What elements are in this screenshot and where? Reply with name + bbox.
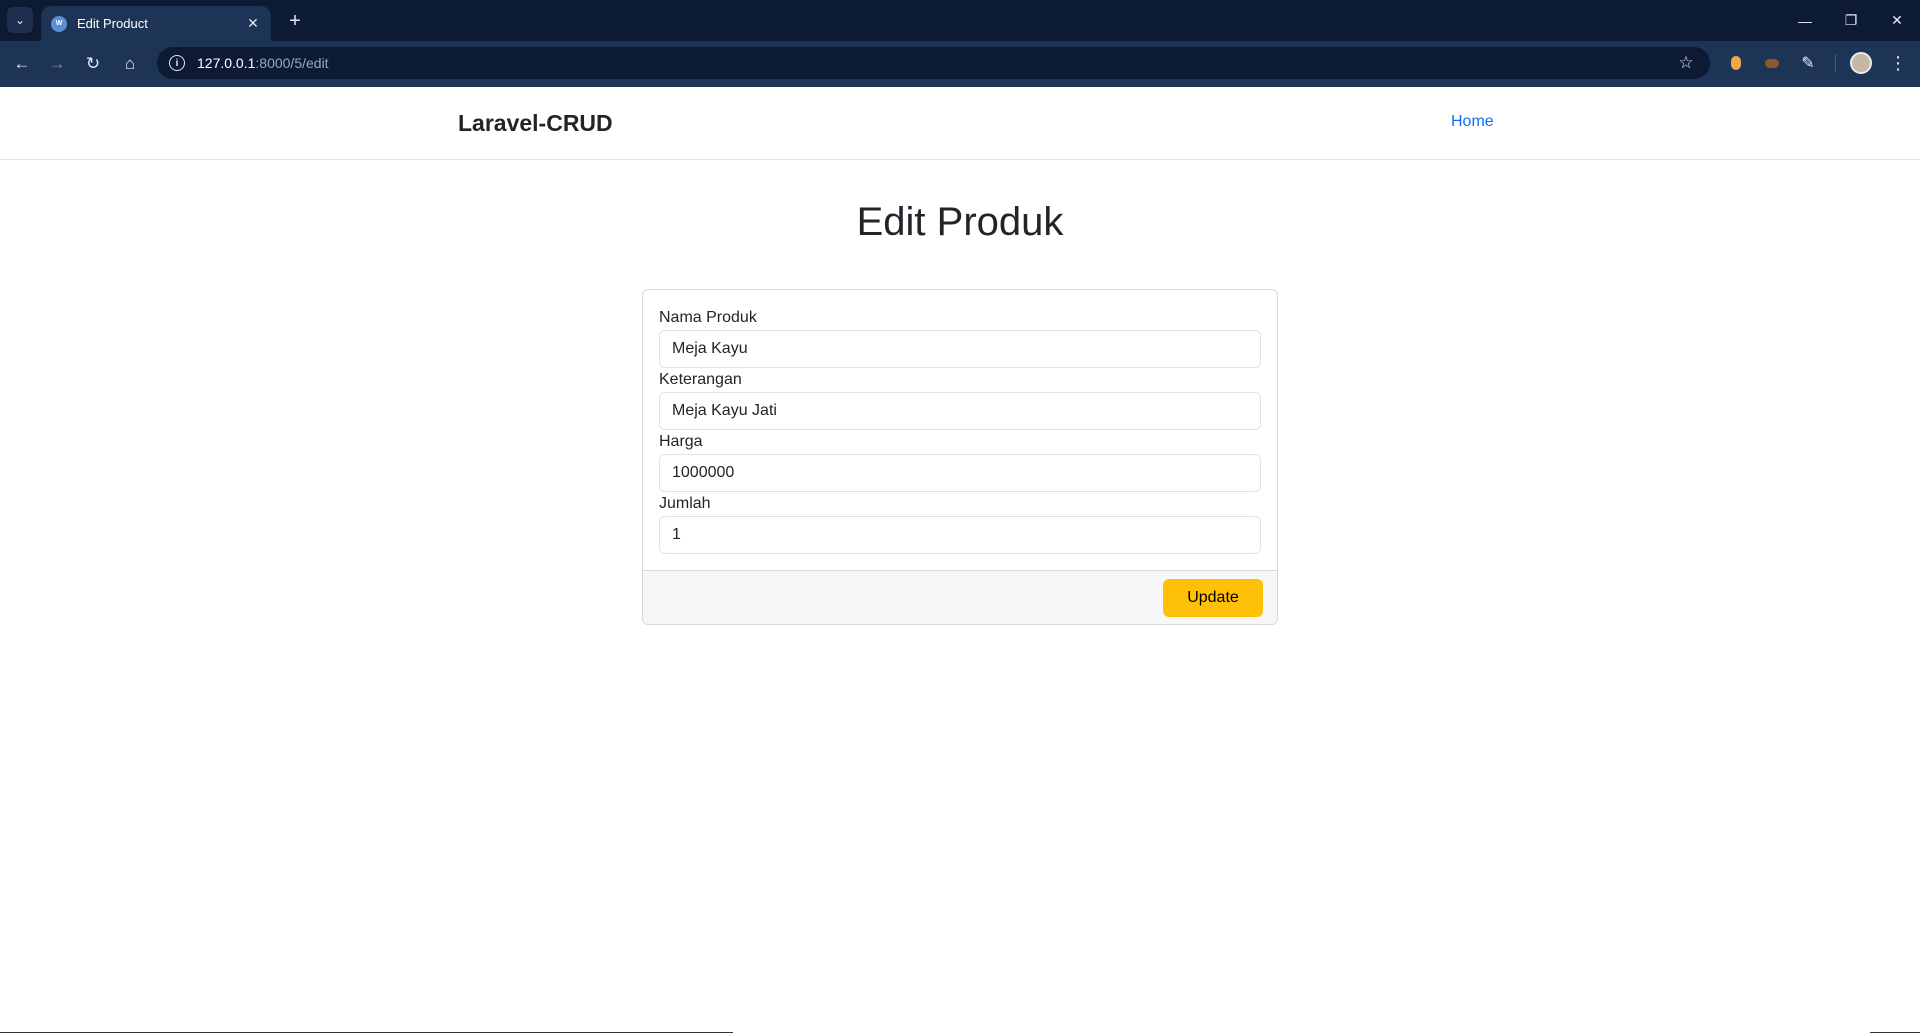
edit-product-form: Nama Produk Keterangan Harga Jumlah Upda…: [642, 289, 1278, 625]
extension-brown-icon[interactable]: [1760, 51, 1784, 75]
page-title: Edit Produk: [856, 200, 1064, 244]
reload-button[interactable]: ↻: [79, 50, 107, 78]
minimize-icon: —: [1798, 12, 1812, 29]
harga-input[interactable]: [659, 454, 1261, 492]
extension-orange-icon[interactable]: [1724, 51, 1748, 75]
field-jumlah: Jumlah: [659, 492, 1261, 554]
update-button[interactable]: Update: [1163, 579, 1263, 617]
form-footer: Update: [643, 570, 1277, 624]
keterangan-input[interactable]: [659, 392, 1261, 430]
info-icon[interactable]: i: [169, 55, 185, 71]
nav-link-home[interactable]: Home: [1451, 113, 1494, 131]
arrow-left-icon: ←: [13, 54, 31, 73]
url-path: :8000/5/edit: [255, 55, 329, 71]
plus-icon: +: [289, 9, 301, 32]
close-icon: ✕: [1891, 12, 1903, 28]
close-window-button[interactable]: ✕: [1874, 0, 1920, 41]
favicon-icon: W: [51, 15, 67, 32]
jumlah-input[interactable]: [659, 516, 1261, 554]
url-host: 127.0.0.1: [197, 55, 256, 71]
close-icon[interactable]: ✕: [245, 15, 261, 32]
navbar-brand[interactable]: Laravel-CRUD: [458, 110, 613, 137]
toolbar-divider: [1835, 54, 1836, 72]
restore-button[interactable]: ❐: [1828, 0, 1874, 41]
back-button[interactable]: ←: [8, 50, 36, 78]
site-navbar: Laravel-CRUD Home: [0, 87, 1920, 160]
forward-button[interactable]: →: [43, 50, 71, 78]
field-keterangan: Keterangan: [659, 368, 1261, 430]
profile-avatar[interactable]: [1850, 52, 1872, 74]
field-label: Harga: [659, 433, 703, 450]
bookmark-star-icon[interactable]: ☆: [1673, 50, 1699, 76]
field-harga: Harga: [659, 430, 1261, 492]
address-bar[interactable]: i 127.0.0.1:8000/5/edit: [157, 47, 1710, 79]
field-label: Jumlah: [659, 495, 711, 512]
field-label: Nama Produk: [659, 309, 757, 326]
nama-produk-input[interactable]: [659, 330, 1261, 368]
form-body: Nama Produk Keterangan Harga Jumlah: [659, 306, 1261, 554]
minimize-button[interactable]: —: [1782, 0, 1828, 41]
home-icon: ⌂: [124, 54, 136, 73]
home-button[interactable]: ⌂: [116, 50, 144, 78]
reload-icon: ↻: [85, 54, 101, 73]
field-nama-produk: Nama Produk: [659, 306, 1261, 368]
tab-search-button[interactable]: ⌄: [7, 7, 33, 33]
new-tab-button[interactable]: +: [282, 8, 308, 34]
extensions-puzzle-icon[interactable]: ✎: [1796, 51, 1820, 75]
arrow-right-icon: →: [48, 54, 66, 73]
field-label: Keterangan: [659, 371, 742, 388]
browser-menu-icon[interactable]: ⋮: [1885, 50, 1911, 76]
chevron-down-icon: ⌄: [14, 13, 26, 27]
restore-icon: ❐: [1844, 12, 1858, 28]
browser-tab-active[interactable]: W Edit Product ✕: [41, 6, 271, 41]
tab-title: Edit Product: [77, 16, 148, 31]
